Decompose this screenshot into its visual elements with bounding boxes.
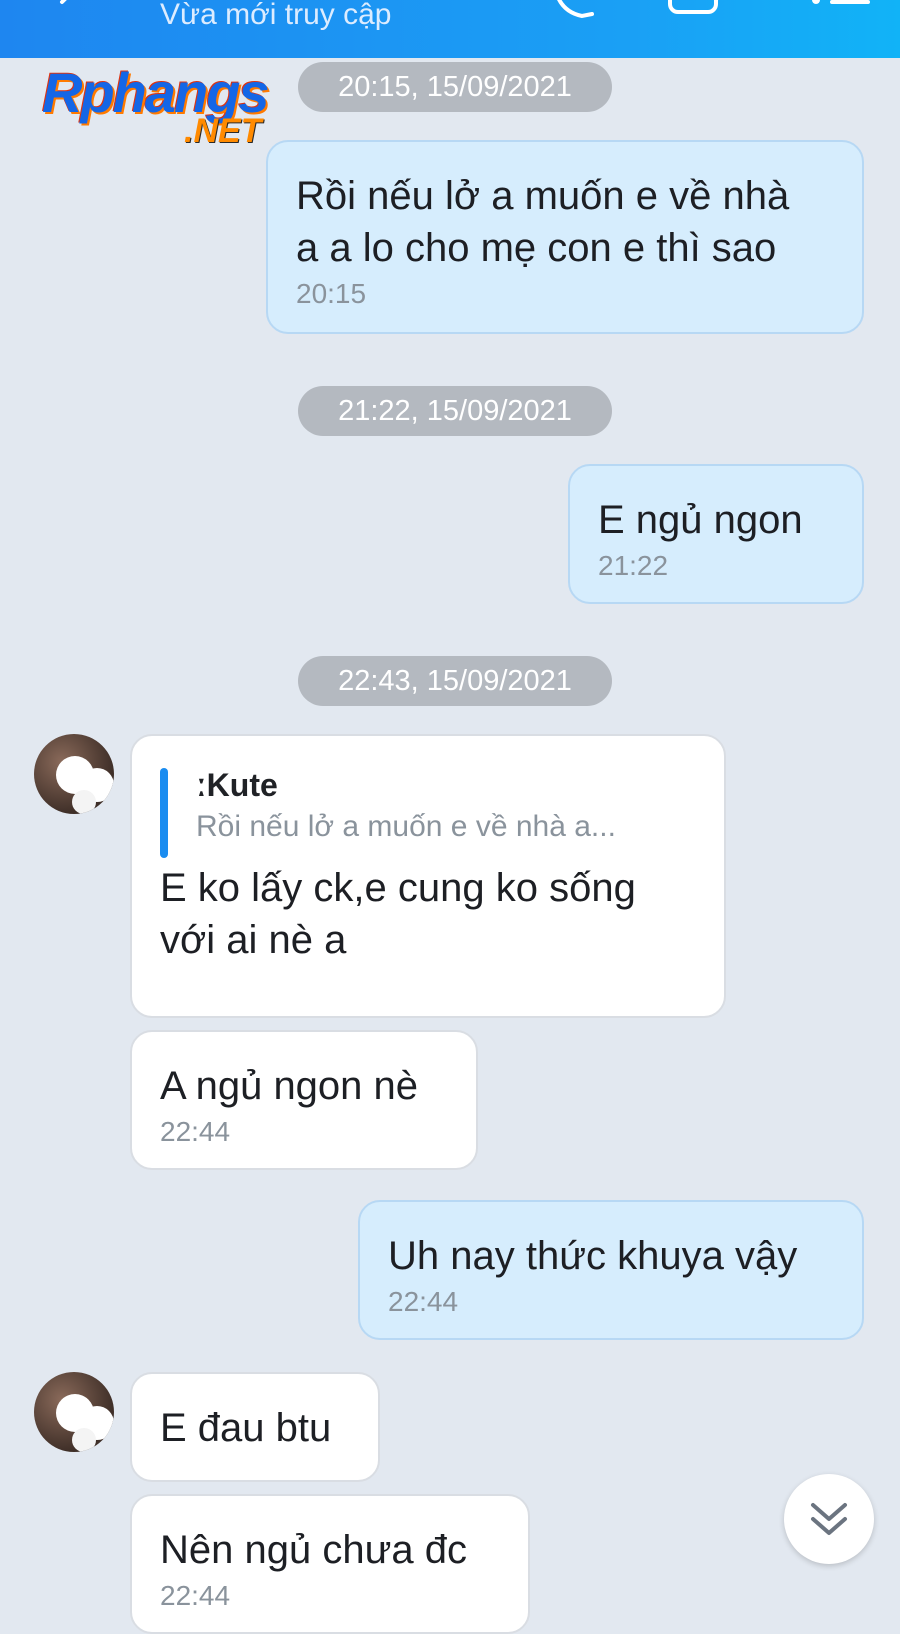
sent-message[interactable]: E ngủ ngon 21:22 [568,464,864,604]
message-text: E ngủ ngon [598,498,803,542]
received-message[interactable]: A ngủ ngon nè 22:44 [130,1030,478,1170]
message-time: 20:15 [296,278,367,309]
online-status: Vừa mới truy cập [160,0,392,31]
message-text: E đau btu [160,1406,332,1450]
contact-avatar[interactable] [34,1372,114,1452]
message-text: Uh nay thức khuya vậy [388,1234,798,1278]
message-time: 22:44 [160,1580,231,1611]
received-message[interactable]: E đau btu [130,1372,380,1482]
quote-bar [160,768,168,858]
message-time: 22:44 [160,1116,231,1147]
date-separator: 21:22, 15/09/2021 [298,386,612,436]
received-message[interactable]: ːKute Rồi nếu lở a muốn e về nhà a... E … [130,734,726,1018]
quoted-reply[interactable]: ːKute Rồi nếu lở a muốn e về nhà a... [160,764,696,858]
watermark-sub: .NET [184,112,262,150]
message-text: E ko lấy ck,e cung ko sống [160,866,636,910]
sent-message[interactable]: Uh nay thức khuya vậy 22:44 [358,1200,864,1340]
scroll-to-bottom-button[interactable] [784,1474,874,1564]
message-text: A ngủ ngon nè [160,1064,419,1108]
quote-author: ːKute [196,767,278,803]
message-time: 22:44 [388,1286,459,1317]
quote-text: Rồi nếu lở a muốn e về nhà a... [196,810,616,843]
received-message[interactable]: Nên ngủ chưa đc 22:44 [130,1494,530,1634]
message-text: với ai nè a [160,918,347,962]
menu-icon[interactable] [810,0,870,16]
double-chevron-down-icon [811,1503,847,1535]
back-icon[interactable] [54,0,82,16]
chat-header: Vừa mới truy cập [0,0,900,58]
message-text: Rồi nếu lở a muốn e về nhà [296,174,790,218]
date-separator: 22:43, 15/09/2021 [298,656,612,706]
contact-avatar[interactable] [34,734,114,814]
message-text: a a lo cho mẹ con e thì sao [296,226,777,270]
phone-icon[interactable] [552,0,596,20]
message-time: 21:22 [598,550,669,581]
sent-message[interactable]: Rồi nếu lở a muốn e về nhà a a lo cho mẹ… [266,140,864,334]
video-icon[interactable] [668,0,740,16]
date-separator: 20:15, 15/09/2021 [298,62,612,112]
message-text: Nên ngủ chưa đc [160,1528,467,1572]
